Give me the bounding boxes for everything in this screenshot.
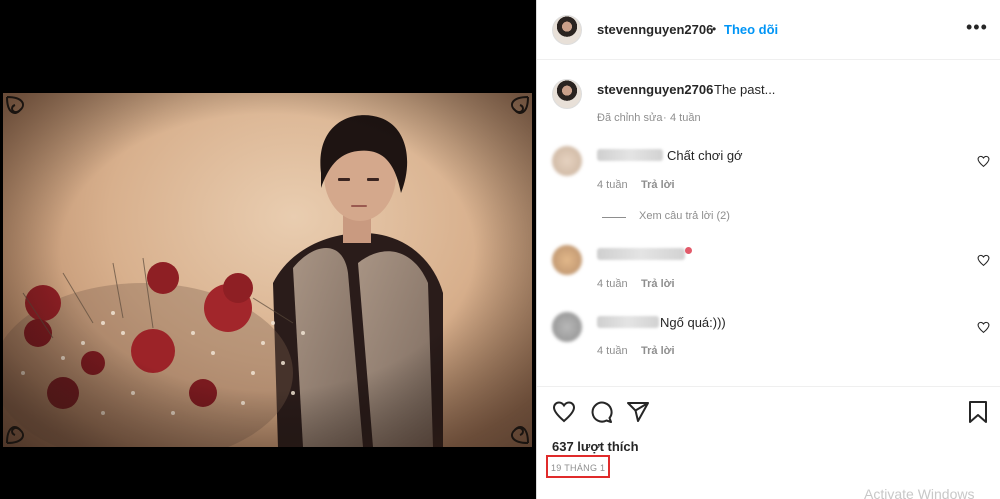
comment-reply-button[interactable]: Trả lời xyxy=(641,179,675,191)
likes-count[interactable]: 637 lượt thích xyxy=(552,439,639,454)
post-date[interactable]: 19 THÁNG 1 xyxy=(551,463,605,473)
more-options-icon[interactable]: ••• xyxy=(966,17,988,38)
caption-text: The past... xyxy=(714,82,776,97)
instagram-post-view: stevennguyen2706 • Theo dõi ••• stevenng… xyxy=(0,0,1000,499)
post-actions: 637 lượt thích 19 THÁNG 1 Activate Windo… xyxy=(537,386,1000,499)
author-username[interactable]: stevennguyen2706 xyxy=(597,22,713,37)
comment-text: Chất chơi gớ xyxy=(667,148,743,163)
post-header: stevennguyen2706 • Theo dõi ••• xyxy=(537,0,1000,60)
comment-time: 4 tuần xyxy=(597,345,628,357)
comment-avatar[interactable] xyxy=(552,312,582,342)
comment-username-blurred[interactable] xyxy=(597,248,685,260)
caption-time: 4 tuần xyxy=(670,112,701,124)
comment-avatar[interactable] xyxy=(552,245,582,275)
ornament-corner-bottom-right xyxy=(488,403,532,447)
comment-icon[interactable] xyxy=(589,400,613,424)
follow-button[interactable]: Theo dõi xyxy=(724,22,778,37)
comment-like-icon[interactable] xyxy=(977,155,990,168)
comment-time: 4 tuần xyxy=(597,278,628,290)
caption-username[interactable]: stevennguyen2706 xyxy=(597,82,713,97)
comment-avatar[interactable] xyxy=(552,146,582,176)
ornament-corner-top-right xyxy=(488,93,532,137)
view-replies-button[interactable]: Xem câu trả lời (2) xyxy=(639,210,730,222)
comment-username-blurred[interactable] xyxy=(597,149,663,161)
comment-like-icon[interactable] xyxy=(977,254,990,267)
comment-emoji xyxy=(685,247,692,254)
caption-separator: · xyxy=(663,112,667,124)
post-media xyxy=(0,0,535,499)
post-photo[interactable] xyxy=(3,93,532,447)
caption-edited: Đã chỉnh sửa xyxy=(597,112,663,124)
caption-avatar[interactable] xyxy=(552,79,582,109)
comment-like-icon[interactable] xyxy=(977,321,990,334)
comment-text: Ngố quá:))) xyxy=(660,315,726,330)
replies-divider xyxy=(602,217,626,218)
save-icon[interactable] xyxy=(966,400,990,424)
author-avatar[interactable] xyxy=(552,15,582,45)
comment-reply-button[interactable]: Trả lời xyxy=(641,345,675,357)
comment-username-blurred[interactable] xyxy=(597,316,659,328)
share-icon[interactable] xyxy=(626,400,650,424)
header-separator: • xyxy=(712,22,717,36)
ornament-corner-top-left xyxy=(3,93,47,137)
windows-watermark: Activate Windows xyxy=(864,486,975,499)
comment-time: 4 tuần xyxy=(597,179,628,191)
photo-illustration xyxy=(3,93,532,447)
like-icon[interactable] xyxy=(552,400,576,424)
ornament-corner-bottom-left xyxy=(3,403,47,447)
post-side-panel: stevennguyen2706 • Theo dõi ••• stevenng… xyxy=(536,0,1000,499)
comment-reply-button[interactable]: Trả lời xyxy=(641,278,675,290)
post-date-highlight: 19 THÁNG 1 xyxy=(546,455,611,478)
